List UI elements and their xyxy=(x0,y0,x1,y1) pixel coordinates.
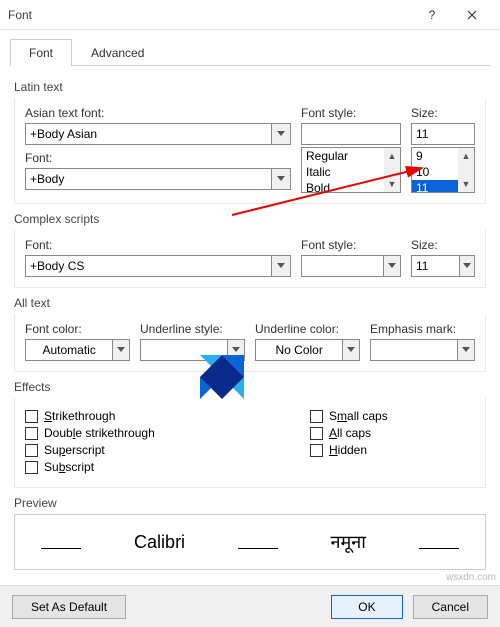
font-color-value: Automatic xyxy=(25,339,113,361)
size-input[interactable] xyxy=(411,123,475,145)
group-alltext-title: All text xyxy=(14,296,486,310)
group-effects: SStrikethroughtrikethrough Double strike… xyxy=(14,398,486,488)
group-effects-title: Effects xyxy=(14,380,486,394)
complex-font-label: Font: xyxy=(25,238,291,252)
font-color-dropdown[interactable] xyxy=(113,339,130,361)
footer: Set As Default OK Cancel xyxy=(0,585,500,627)
latin-font-input[interactable] xyxy=(25,168,272,190)
preview-box: Calibri नमूना xyxy=(14,514,486,570)
complex-style-combo[interactable] xyxy=(301,255,401,277)
logo-icon xyxy=(200,355,244,399)
complex-style-dropdown[interactable] xyxy=(384,255,401,277)
scroll-up-icon[interactable]: ▲ xyxy=(384,148,400,164)
preview-latin: Calibri xyxy=(134,532,185,553)
underline-color-combo[interactable]: No Color xyxy=(255,339,360,361)
emphasis-label: Emphasis mark: xyxy=(370,322,475,336)
group-complex: Font: Font style: Size: xyxy=(14,230,486,288)
small-caps-checkbox[interactable]: Small caps xyxy=(310,409,475,423)
font-style-input[interactable] xyxy=(301,123,401,145)
ok-button[interactable]: OK xyxy=(331,595,402,619)
subscript-checkbox[interactable]: Subscript xyxy=(25,460,190,474)
preview-underline xyxy=(419,535,459,549)
checkbox-icon xyxy=(25,410,38,423)
underline-color-value: No Color xyxy=(255,339,343,361)
asian-font-label: Asian text font: xyxy=(25,106,291,120)
font-color-label: Font color: xyxy=(25,322,130,336)
superscript-checkbox[interactable]: Superscript xyxy=(25,443,190,457)
checkbox-icon xyxy=(310,444,323,457)
group-alltext: Font color: Automatic Underline style: U… xyxy=(14,314,486,372)
preview-complex: नमूना xyxy=(330,530,365,554)
emphasis-combo[interactable] xyxy=(370,339,475,361)
asian-font-input[interactable] xyxy=(25,123,272,145)
preview-underline xyxy=(238,535,278,549)
font-style-listbox[interactable]: Regular Italic Bold ▲ ▼ xyxy=(301,147,401,193)
set-default-button[interactable]: Set As Default xyxy=(12,595,126,619)
group-complex-title: Complex scripts xyxy=(14,212,486,226)
font-color-combo[interactable]: Automatic xyxy=(25,339,130,361)
size-scrollbar[interactable]: ▲ ▼ xyxy=(458,148,474,192)
size-listbox[interactable]: 9 10 11 ▲ ▼ xyxy=(411,147,475,193)
hidden-checkbox[interactable]: Hidden xyxy=(310,443,475,457)
underline-color-dropdown[interactable] xyxy=(343,339,360,361)
watermark: wsxdn.com xyxy=(446,572,496,583)
emphasis-dropdown[interactable] xyxy=(458,339,475,361)
preview-underline xyxy=(41,535,81,549)
cancel-button[interactable]: Cancel xyxy=(413,595,488,619)
tab-font[interactable]: Font xyxy=(10,39,72,66)
all-caps-checkbox[interactable]: All caps xyxy=(310,426,475,440)
complex-font-combo[interactable] xyxy=(25,255,291,277)
checkbox-icon xyxy=(25,427,38,440)
complex-size-input[interactable] xyxy=(411,255,460,277)
complex-font-dropdown[interactable] xyxy=(272,255,291,277)
complex-size-combo[interactable] xyxy=(411,255,475,277)
asian-font-combo[interactable] xyxy=(25,123,291,145)
underline-style-label: Underline style: xyxy=(140,322,245,336)
window-title: Font xyxy=(8,8,412,22)
latin-font-combo[interactable] xyxy=(25,168,291,190)
checkbox-icon xyxy=(310,427,323,440)
latin-font-label: Font: xyxy=(25,151,291,165)
style-scrollbar[interactable]: ▲ ▼ xyxy=(384,148,400,192)
checkbox-icon xyxy=(310,410,323,423)
strike-checkbox[interactable]: SStrikethroughtrikethrough xyxy=(25,409,190,423)
complex-font-input[interactable] xyxy=(25,255,272,277)
scroll-down-icon[interactable]: ▼ xyxy=(384,176,400,192)
complex-style-label: Font style: xyxy=(301,238,401,252)
checkbox-icon xyxy=(25,461,38,474)
size-label: Size: xyxy=(411,106,475,120)
double-strike-checkbox[interactable]: Double strikethrough xyxy=(25,426,190,440)
group-preview-title: Preview xyxy=(14,496,486,510)
scroll-up-icon[interactable]: ▲ xyxy=(458,148,474,164)
emphasis-value xyxy=(370,339,458,361)
close-button[interactable] xyxy=(452,1,492,29)
checkbox-icon xyxy=(25,444,38,457)
titlebar: Font ? xyxy=(0,0,500,30)
complex-size-label: Size: xyxy=(411,238,475,252)
font-style-label: Font style: xyxy=(301,106,401,120)
tab-advanced[interactable]: Advanced xyxy=(72,39,163,66)
latin-font-dropdown[interactable] xyxy=(272,168,291,190)
group-latin-title: Latin text xyxy=(14,80,486,94)
group-latin: Asian text font: Font: Font style: Regul… xyxy=(14,98,486,204)
tabs: Font Advanced xyxy=(10,38,490,66)
complex-size-dropdown[interactable] xyxy=(460,255,475,277)
asian-font-dropdown[interactable] xyxy=(272,123,291,145)
scroll-down-icon[interactable]: ▼ xyxy=(458,176,474,192)
underline-color-label: Underline color: xyxy=(255,322,360,336)
complex-style-input[interactable] xyxy=(301,255,384,277)
help-button[interactable]: ? xyxy=(412,1,452,29)
close-icon xyxy=(467,10,477,20)
